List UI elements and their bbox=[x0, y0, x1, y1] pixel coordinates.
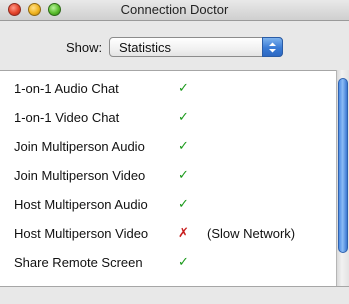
show-label: Show: bbox=[66, 40, 103, 55]
window-title: Connection Doctor bbox=[120, 2, 229, 17]
scrollbar-thumb[interactable] bbox=[338, 78, 348, 253]
pass-check-icon: ✓ bbox=[178, 80, 189, 95]
pass-check-icon: ✓ bbox=[178, 109, 189, 124]
list-item: Host Multiperson Video ✗ (Slow Network) bbox=[0, 218, 336, 247]
list-item: Host Multiperson Audio ✓ bbox=[0, 189, 336, 218]
list-item: 1-on-1 Video Chat ✓ bbox=[0, 102, 336, 131]
list-item: Join Multiperson Audio ✓ bbox=[0, 131, 336, 160]
title-bar: Connection Doctor bbox=[0, 0, 349, 21]
list-item-label: Host Multiperson Audio bbox=[14, 197, 148, 212]
list-item: Join Multiperson Video ✓ bbox=[0, 160, 336, 189]
list-item-label: Join Multiperson Video bbox=[14, 168, 146, 183]
list-item: 1-on-1 Audio Chat ✓ bbox=[0, 73, 336, 102]
pass-check-icon: ✓ bbox=[178, 196, 189, 211]
list-item-label: 1-on-1 Video Chat bbox=[14, 110, 120, 125]
pass-check-icon: ✓ bbox=[178, 138, 189, 153]
window-bottom-bar bbox=[0, 286, 349, 304]
list-item: Share Remote Screen ✓ bbox=[0, 247, 336, 276]
fail-cross-icon: ✗ bbox=[178, 225, 189, 240]
show-select[interactable]: Statistics bbox=[109, 37, 283, 57]
results-list: 1-on-1 Audio Chat ✓ 1-on-1 Video Chat ✓ Join… bbox=[0, 70, 336, 287]
list-item-label: Host Multiperson Video bbox=[14, 226, 149, 241]
pass-check-icon: ✓ bbox=[178, 167, 189, 182]
list-item-label: Join Multiperson Audio bbox=[14, 139, 145, 154]
list-item-note: (Slow Network) bbox=[207, 226, 296, 241]
show-select-value: Statistics bbox=[119, 40, 172, 55]
select-arrows-icon bbox=[262, 37, 283, 57]
pass-check-icon: ✓ bbox=[178, 254, 189, 269]
vertical-scrollbar[interactable] bbox=[336, 70, 349, 286]
list-item-label: 1-on-1 Audio Chat bbox=[14, 81, 119, 96]
toolbar: Show: Statistics bbox=[0, 21, 349, 70]
list-item-label: Share Remote Screen bbox=[14, 255, 143, 270]
